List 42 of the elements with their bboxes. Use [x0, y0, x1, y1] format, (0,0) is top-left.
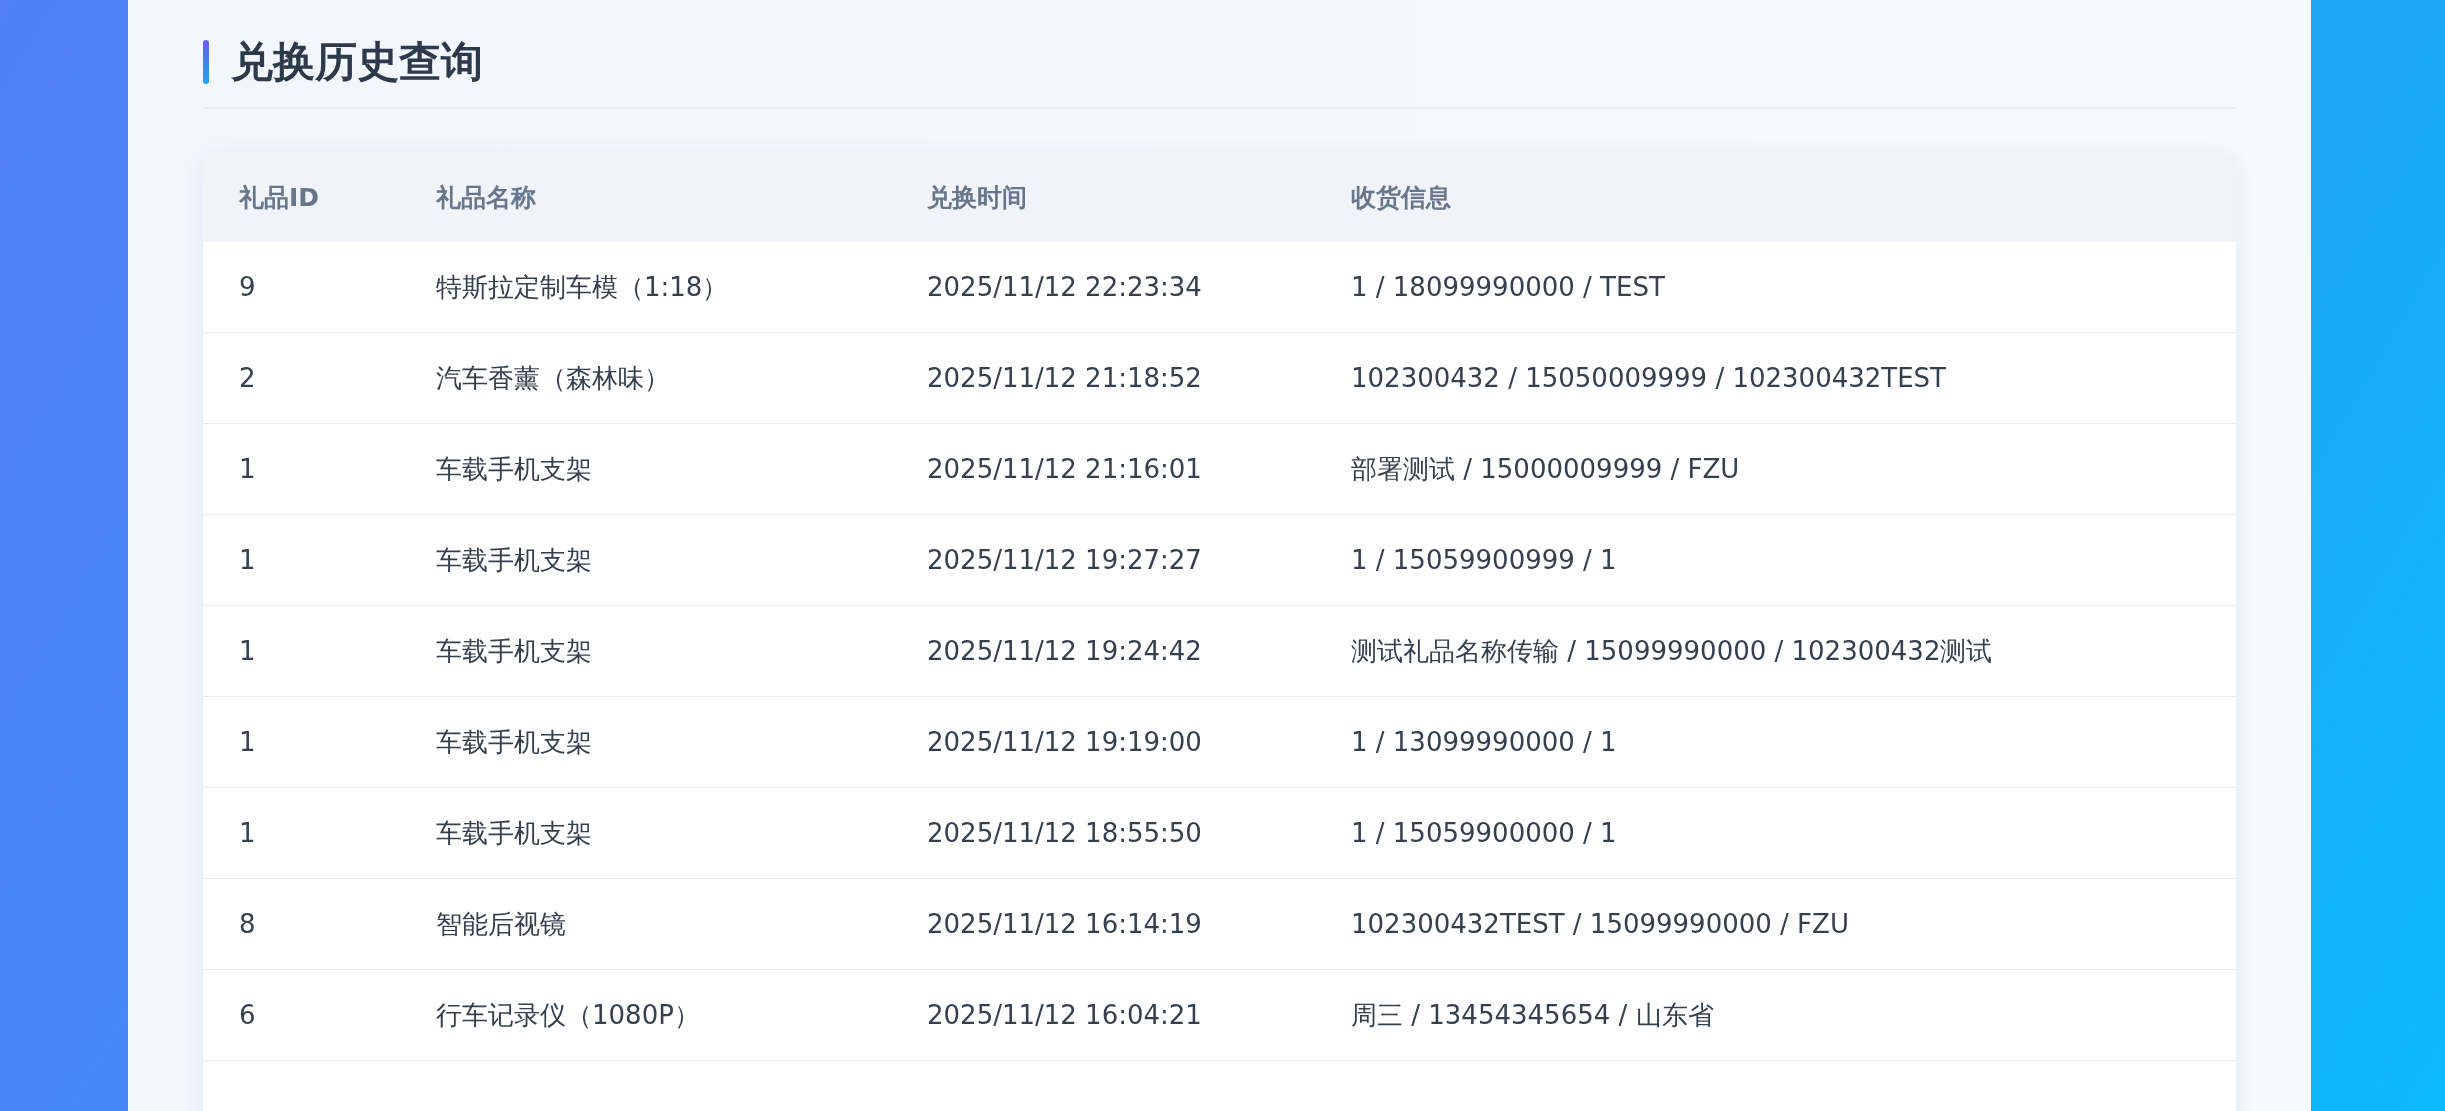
table-cell: 2025/11/12 22:23:34	[927, 272, 1202, 302]
table-cell: 102300432 / 15050009999 / 102300432TEST	[1351, 363, 1946, 393]
column-header: 收货信息	[1351, 181, 1451, 214]
table-cell: 2025/11/12 16:04:21	[927, 1000, 1202, 1030]
table-cell-text: 特斯拉定制车模（1:18）	[436, 270, 729, 304]
page-title: 兑换历史查询	[231, 36, 483, 88]
table-cell: 2025/11/12 18:55:50	[927, 818, 1202, 848]
table-cell: 9	[239, 272, 256, 302]
table-cell: 1 / 18099990000 / TEST	[1351, 272, 1665, 302]
table-cell: 102300432TEST / 15099990000 / FZU	[1351, 909, 1849, 939]
table-cell: 1	[239, 545, 256, 575]
table-cell: 6	[239, 1000, 256, 1030]
column-header: 礼品ID	[239, 181, 320, 214]
table-cell-text: 行车记录仪（1080P）	[436, 998, 700, 1032]
table-cell-text: 车载手机支架	[436, 816, 592, 850]
table-cell-text: 车载手机支架	[436, 452, 592, 486]
column-header: 兑换时间	[927, 181, 1027, 214]
table-cell: 8	[239, 909, 256, 939]
table-cell: 1	[239, 727, 256, 757]
table-cell: 2025/11/12 19:27:27	[927, 545, 1202, 575]
table-cell: 1 / 15059900999 / 1	[1351, 545, 1617, 575]
table-cell: 1	[239, 454, 256, 484]
title-accent-bar	[203, 40, 209, 84]
table-cell-text: 车载手机支架	[436, 634, 592, 668]
table-cell: 2025/11/12 19:24:42	[927, 636, 1202, 666]
column-header: 礼品名称	[436, 181, 536, 214]
table-cell: 1 / 15059900000 / 1	[1351, 818, 1617, 848]
table-cell-text: 汽车香薰（森林味）	[436, 361, 670, 395]
table-cell: 1 / 13099990000 / 1	[1351, 727, 1617, 757]
table-cell: 1	[239, 818, 256, 848]
table-cell: 2025/11/12 21:18:52	[927, 363, 1202, 393]
table-cell: 2025/11/12 21:16:01	[927, 454, 1202, 484]
table-cell: 1	[239, 636, 256, 666]
table-cell-text: 智能后视镜	[436, 907, 566, 941]
table-cell-text: 测试礼品名称传输 / 15099990000 / 102300432测试	[1351, 634, 1993, 668]
table-cell-text: 车载手机支架	[436, 725, 592, 759]
table-cell-text: 车载手机支架	[436, 543, 592, 577]
table-cell: 2025/11/12 19:19:00	[927, 727, 1202, 757]
table-cell: 2	[239, 363, 256, 393]
table-cell-text: 部署测试 / 15000009999 / FZU	[1351, 452, 1740, 486]
table-cell-text: 周三 / 13454345654 / 山东省	[1351, 998, 1714, 1032]
table-cell: 2025/11/12 16:14:19	[927, 909, 1202, 939]
